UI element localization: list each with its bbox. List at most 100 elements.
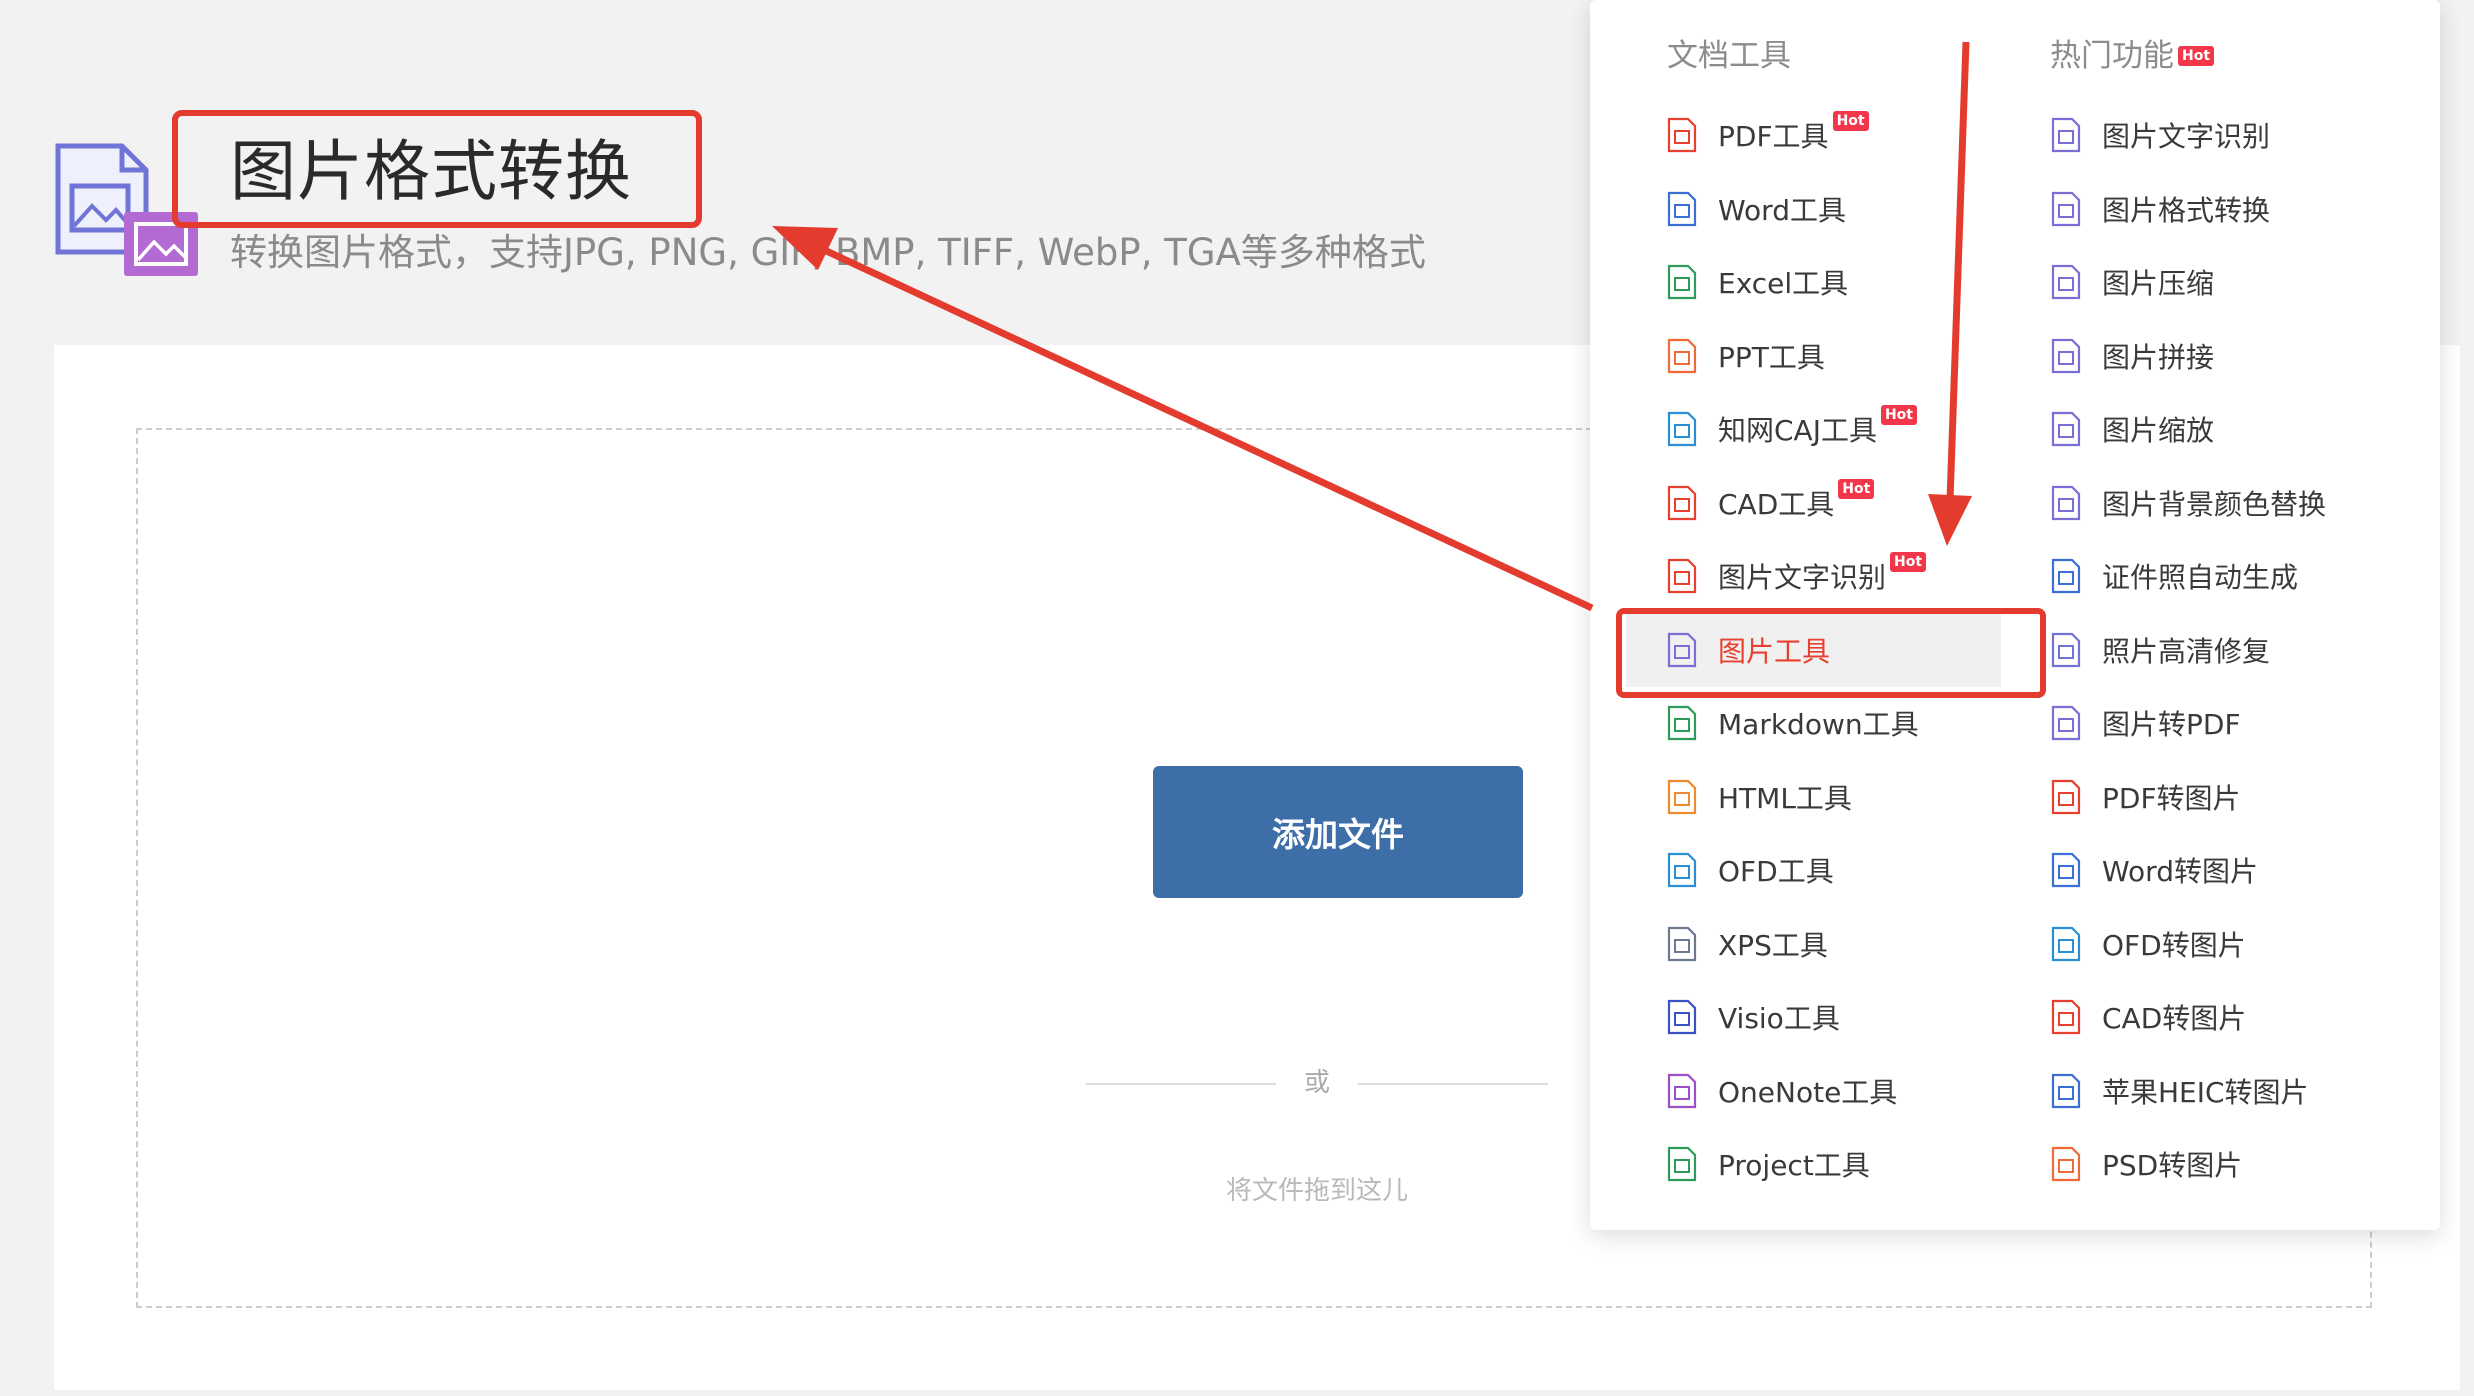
- xps-icon: [1667, 926, 1697, 961]
- menu-item-html[interactable]: HTML工具: [1664, 766, 1852, 828]
- menu-item-label: Visio工具: [1718, 1002, 1840, 1035]
- menu-item-label: HTML工具: [1718, 781, 1852, 815]
- image-stitch-icon: [2051, 338, 2081, 373]
- menu-item-heic-to-image[interactable]: 苹果HEIC转图片: [2048, 1060, 2309, 1122]
- psd-to-image-icon: [2051, 1146, 2081, 1182]
- menu-column-title-document-tools: 文档工具: [1667, 38, 1791, 74]
- menu-item-ofd-to-image[interactable]: OFD转图片: [2048, 913, 2246, 975]
- menu-item-label: 图片背景颜色替换: [2102, 487, 2327, 521]
- menu-item-onenote[interactable]: OneNote工具: [1664, 1060, 1897, 1122]
- menu-item-label: XPS工具: [1718, 928, 1828, 962]
- menu-item-image-resize[interactable]: 图片缩放: [2048, 398, 2214, 460]
- menu-item-label: OFD工具: [1718, 855, 1834, 888]
- menu-item-pdf-to-image[interactable]: PDF转图片: [2048, 766, 2241, 828]
- menu-item-ofd[interactable]: OFD工具: [1664, 839, 1834, 901]
- menu-item-label: 图片压缩: [2102, 267, 2215, 300]
- menu-item-label: PPT工具: [1718, 340, 1825, 374]
- hot-badge: Hot: [1880, 405, 1917, 425]
- markdown-icon: [1667, 705, 1697, 741]
- menu-item-label: Word转图片: [2102, 855, 2258, 888]
- add-file-button[interactable]: 添加文件: [1153, 766, 1523, 898]
- menu-item-project[interactable]: Project工具: [1664, 1133, 1870, 1195]
- project-icon: [1667, 1146, 1697, 1182]
- excel-icon: [1667, 264, 1697, 300]
- menu-item-markdown[interactable]: Markdown工具: [1664, 692, 1919, 754]
- image-convert-icon: [2051, 191, 2081, 226]
- menu-item-label: PSD转图片: [2102, 1149, 2243, 1182]
- menu-item-label: 图片格式转换: [2102, 193, 2271, 227]
- caj-icon: [1667, 411, 1697, 447]
- menu-item-label: 图片缩放: [2102, 414, 2215, 447]
- ocr-icon: [1667, 558, 1697, 594]
- page-subtitle: 转换图片格式，支持JPG, PNG, GIF, BMP, TIFF, WebP,…: [230, 231, 1426, 274]
- menu-item-label: 图片拼接: [2102, 340, 2215, 374]
- menu-item-label: 照片高清修复: [2102, 634, 2271, 668]
- menu-item-label: CAD工具: [1718, 487, 1835, 521]
- hot-badge: Hot: [1838, 478, 1875, 499]
- drop-hint: 将文件拖到这儿: [1225, 1176, 1408, 1206]
- menu-item-label: Excel工具: [1718, 267, 1849, 300]
- menu-item-label: OneNote工具: [1718, 1075, 1898, 1109]
- image-to-pdf-icon: [2051, 705, 2081, 741]
- id-photo-icon: [2051, 558, 2081, 594]
- image-resize-icon: [2051, 411, 2081, 447]
- menu-item-label: CAD转图片: [2102, 1002, 2247, 1035]
- html-icon: [1667, 779, 1697, 814]
- menu-item-image-ocr[interactable]: 图片文字识别: [2048, 104, 2270, 166]
- ofd-to-image-icon: [2051, 926, 2081, 961]
- hot-badge: Hot: [1832, 111, 1869, 131]
- hot-badge: Hot: [2178, 46, 2215, 66]
- menu-item-caj[interactable]: 知网CAJ工具 Hot: [1664, 398, 1917, 460]
- menu-item-pdf[interactable]: PDF工具 Hot: [1664, 104, 1869, 166]
- menu-item-excel[interactable]: Excel工具: [1664, 251, 1848, 313]
- menu-item-label: Markdown工具: [1718, 708, 1919, 741]
- divider-line-right: [1358, 1083, 1548, 1085]
- word-icon: [1667, 191, 1697, 226]
- or-divider: 或: [1086, 1063, 1548, 1103]
- menu-item-label: Project工具: [1718, 1149, 1870, 1182]
- menu-item-label: Word工具: [1718, 193, 1846, 227]
- menu-item-label: 图片转PDF: [2102, 708, 2241, 741]
- menu-column-title-hot-features: 热门功能 Hot: [2050, 30, 2215, 75]
- menu-item-ppt[interactable]: PPT工具: [1664, 325, 1825, 387]
- image-tool-highlight-box: [1616, 608, 2046, 698]
- menu-item-word-to-image[interactable]: Word转图片: [2048, 839, 2258, 901]
- menu-item-xps[interactable]: XPS工具: [1664, 913, 1828, 975]
- menu-item-id-photo[interactable]: 证件照自动生成: [2048, 545, 2298, 607]
- menu-item-label: 苹果HEIC转图片: [2102, 1075, 2309, 1109]
- ppt-icon: [1667, 338, 1697, 373]
- pdf-icon: [1667, 117, 1697, 153]
- menu-item-label: 图片文字识别: [1718, 561, 1887, 594]
- cad-to-image-icon: [2051, 999, 2081, 1035]
- menu-item-image-to-pdf[interactable]: 图片转PDF: [2048, 692, 2241, 754]
- menu-item-label: 证件照自动生成: [2102, 561, 2299, 594]
- menu-item-psd-to-image[interactable]: PSD转图片: [2048, 1133, 2242, 1195]
- pdf-to-image-icon: [2051, 779, 2081, 814]
- title-highlight-box: [172, 110, 702, 228]
- menu-item-label: PDF转图片: [2102, 781, 2241, 815]
- menu-item-ocr[interactable]: 图片文字识别 Hot: [1664, 545, 1927, 607]
- menu-item-label: 知网CAJ工具: [1718, 414, 1877, 447]
- cad-icon: [1667, 485, 1697, 520]
- menu-item-image-convert[interactable]: 图片格式转换: [2048, 178, 2270, 240]
- menu-item-word[interactable]: Word工具: [1664, 178, 1846, 240]
- ofd-icon: [1667, 852, 1697, 888]
- menu-item-label: PDF工具: [1718, 120, 1829, 153]
- menu-item-cad-to-image[interactable]: CAD转图片: [2048, 986, 2246, 1048]
- visio-icon: [1667, 999, 1697, 1035]
- hd-restore-icon: [2051, 632, 2081, 667]
- menu-item-hd-restore[interactable]: 照片高清修复: [2048, 619, 2270, 681]
- word-to-image-icon: [2051, 852, 2081, 888]
- menu-item-image-compress[interactable]: 图片压缩: [2048, 251, 2214, 313]
- menu-item-image-stitch[interactable]: 图片拼接: [2048, 325, 2214, 387]
- menu-item-cad[interactable]: CAD工具 Hot: [1664, 472, 1875, 534]
- menu-item-label: OFD转图片: [2102, 928, 2246, 962]
- image-background-icon: [2051, 485, 2081, 520]
- image-ocr-icon: [2051, 117, 2081, 153]
- menu-item-image-background[interactable]: 图片背景颜色替换: [2048, 472, 2326, 534]
- onenote-icon: [1667, 1073, 1697, 1108]
- heic-to-image-icon: [2051, 1073, 2081, 1108]
- image-compress-icon: [2051, 264, 2081, 300]
- hot-badge: Hot: [1890, 552, 1927, 572]
- menu-item-visio[interactable]: Visio工具: [1664, 986, 1840, 1048]
